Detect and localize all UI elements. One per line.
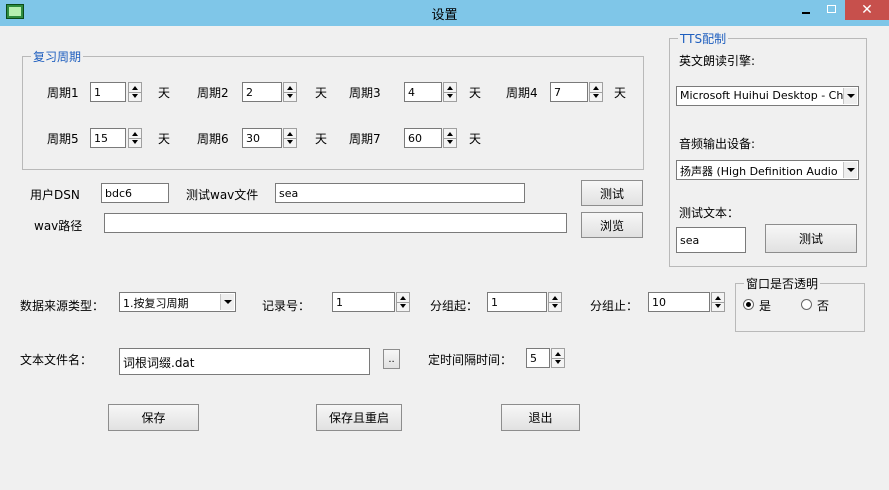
close-button[interactable]: ✕: [845, 0, 889, 20]
period-label: 周期5: [47, 132, 79, 146]
browse-wav-button[interactable]: 浏览: [581, 212, 643, 238]
user-dsn-label: 用户DSN: [30, 188, 80, 202]
period-7-input[interactable]: [404, 128, 442, 148]
chevron-down-icon[interactable]: [843, 88, 857, 104]
text-file-label: 文本文件名：: [20, 353, 93, 367]
transparent-yes-radio[interactable]: [743, 299, 754, 310]
tts-engine-label: 英文朗读引擎:: [679, 54, 756, 68]
wav-path-label: wav路径: [34, 219, 83, 233]
period-5-spinner[interactable]: [128, 128, 142, 148]
period-1-spinner[interactable]: [128, 82, 142, 102]
interval-input[interactable]: [526, 348, 550, 368]
test-wav-input[interactable]: [275, 183, 525, 203]
unit-day-label: 天: [158, 132, 171, 146]
period-5-input[interactable]: [90, 128, 126, 148]
unit-day-label: 天: [469, 132, 482, 146]
interval-label: 定时间隔时间：: [428, 353, 513, 367]
period-4-spinner[interactable]: [589, 82, 603, 102]
record-number-input[interactable]: [332, 292, 395, 312]
unit-day-label: 天: [469, 86, 482, 100]
group-start-label: 分组起：: [430, 299, 479, 313]
record-number-spinner[interactable]: [396, 292, 410, 312]
period-7-spinner[interactable]: [443, 128, 457, 148]
save-button[interactable]: 保存: [108, 404, 199, 431]
record-number-label: 记录号：: [262, 299, 311, 313]
source-type-label: 数据来源类型：: [20, 299, 105, 313]
group-end-spinner[interactable]: [711, 292, 725, 312]
unit-day-label: 天: [614, 86, 627, 100]
period-label: 周期1: [47, 86, 79, 100]
exit-button[interactable]: 退出: [501, 404, 580, 431]
transparency-group: 窗口是否透明: [735, 275, 865, 332]
period-label: 周期4: [506, 86, 538, 100]
transparent-no-label: 否: [817, 299, 830, 313]
period-label: 周期3: [349, 86, 381, 100]
group-start-spinner[interactable]: [548, 292, 562, 312]
interval-spinner[interactable]: [551, 348, 565, 368]
save-and-restart-button[interactable]: 保存且重启: [316, 404, 402, 431]
unit-day-label: 天: [315, 86, 328, 100]
text-file-input[interactable]: [119, 348, 370, 375]
transparent-yes-label: 是: [759, 299, 772, 313]
transparency-legend: 窗口是否透明: [746, 277, 819, 291]
period-label: 周期2: [197, 86, 229, 100]
period-6-spinner[interactable]: [283, 128, 297, 148]
period-3-input[interactable]: [404, 82, 442, 102]
close-icon: ✕: [861, 2, 873, 18]
test-wav-button[interactable]: 测试: [581, 180, 643, 206]
group-start-input[interactable]: [487, 292, 547, 312]
audio-output-label: 音频输出设备:: [679, 137, 756, 151]
group-end-label: 分组止：: [590, 299, 639, 313]
transparent-no-radio[interactable]: [801, 299, 812, 310]
period-4-input[interactable]: [550, 82, 588, 102]
chevron-down-icon[interactable]: [220, 294, 234, 310]
text-file-browse-button[interactable]: ..: [383, 349, 400, 369]
tts-engine-select[interactable]: Microsoft Huihui Desktop - Chi: [676, 86, 859, 106]
window-title: 设置: [431, 8, 458, 23]
period-6-input[interactable]: [242, 128, 282, 148]
test-wav-label: 测试wav文件: [186, 188, 259, 202]
period-2-spinner[interactable]: [283, 82, 297, 102]
tts-config-legend: TTS配制: [680, 32, 727, 46]
wav-path-input[interactable]: [104, 213, 567, 233]
audio-output-select[interactable]: 扬声器 (High Definition Audio: [676, 160, 859, 180]
period-2-input[interactable]: [242, 82, 282, 102]
period-1-input[interactable]: [90, 82, 126, 102]
tts-test-button[interactable]: 测试: [765, 224, 857, 253]
period-label: 周期7: [349, 132, 381, 146]
unit-day-label: 天: [158, 86, 171, 100]
unit-day-label: 天: [315, 132, 328, 146]
source-type-select[interactable]: 1.按复习周期: [119, 292, 236, 312]
test-text-label: 测试文本：: [679, 206, 740, 220]
chevron-down-icon[interactable]: [843, 162, 857, 178]
period-label: 周期6: [197, 132, 229, 146]
period-3-spinner[interactable]: [443, 82, 457, 102]
review-period-legend: 复习周期: [33, 50, 82, 64]
test-text-input[interactable]: [676, 227, 746, 253]
minimize-button[interactable]: [793, 0, 819, 20]
review-period-group: 复习周期: [22, 48, 644, 170]
user-dsn-input[interactable]: [101, 183, 169, 203]
group-end-input[interactable]: [648, 292, 710, 312]
maximize-button[interactable]: [819, 0, 845, 20]
